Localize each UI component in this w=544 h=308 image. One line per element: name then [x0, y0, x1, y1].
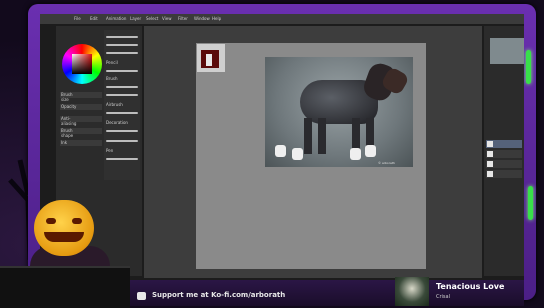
- navigator-preview[interactable]: [490, 38, 524, 64]
- property-label: Anti-aliasing: [61, 116, 77, 126]
- horse-hoof: [365, 145, 376, 157]
- color-picker-square[interactable]: [72, 54, 92, 74]
- brush-stroke-preview[interactable]: [106, 94, 138, 96]
- brush-list: Pencil Brush Airbrush Decoration Pen: [104, 30, 140, 180]
- property-label: Ink: [61, 140, 68, 145]
- menu-select[interactable]: Select: [146, 14, 158, 24]
- layer-thumbnail: [487, 161, 493, 167]
- brush-stroke-preview[interactable]: [106, 36, 138, 38]
- brush-stroke-preview[interactable]: [106, 130, 138, 132]
- now-playing-artist: Crisal: [436, 294, 450, 300]
- support-text: Support me at Ko-fi.com/arborath: [152, 291, 286, 299]
- menu-file[interactable]: File: [74, 14, 81, 24]
- thumbnail-image-icon: [201, 50, 219, 68]
- layer-thumbnail: [487, 141, 493, 147]
- brush-stroke-preview[interactable]: [106, 158, 138, 160]
- horse-hoof: [292, 148, 303, 160]
- menu-window[interactable]: Window: [194, 14, 210, 24]
- layer-row[interactable]: [486, 160, 522, 168]
- pumpkin-avatar: [34, 200, 94, 256]
- brush-label[interactable]: Brush: [106, 76, 118, 81]
- reference-thumbnail[interactable]: [197, 44, 225, 72]
- brush-label[interactable]: Decoration: [106, 120, 128, 125]
- brush-stroke-preview[interactable]: [106, 112, 138, 114]
- brush-label[interactable]: Pencil: [106, 60, 118, 65]
- horse-leg: [318, 118, 326, 154]
- menu-view[interactable]: View: [162, 14, 172, 24]
- pumpkin-mouth: [44, 232, 84, 242]
- menu-edit[interactable]: Edit: [90, 14, 98, 24]
- brush-label[interactable]: Airbrush: [106, 102, 123, 107]
- menu-animation[interactable]: Animation: [106, 14, 126, 24]
- horse-hoof: [275, 145, 286, 157]
- property-label: Brush shape: [61, 128, 74, 138]
- layer-thumbnail: [487, 171, 493, 177]
- horse-hoof: [350, 148, 361, 160]
- menu-filter[interactable]: Filter: [178, 14, 188, 24]
- horse-leg: [304, 118, 312, 154]
- pumpkin-eye: [46, 218, 56, 224]
- slime-drip-right-top: [526, 50, 531, 84]
- layer-thumbnail: [487, 151, 493, 157]
- now-playing-title: Tenacious Love: [436, 282, 505, 291]
- menu-help[interactable]: Help: [212, 14, 221, 24]
- brush-label[interactable]: Pen: [106, 148, 113, 153]
- desk: [0, 266, 130, 308]
- brush-stroke-preview[interactable]: [106, 70, 138, 72]
- brush-stroke-preview[interactable]: [106, 44, 138, 46]
- property-label: Brush size: [61, 92, 73, 102]
- brush-stroke-preview[interactable]: [106, 86, 138, 88]
- layer-row[interactable]: [486, 170, 522, 178]
- layer-row[interactable]: [486, 150, 522, 158]
- menu-bar: File Edit Animation Layer Select View Fi…: [40, 14, 524, 24]
- pumpkin-eye: [72, 218, 82, 224]
- property-label: Opacity: [61, 104, 77, 109]
- album-art: [395, 277, 429, 306]
- menu-layer[interactable]: Layer: [130, 14, 141, 24]
- layer-row[interactable]: [486, 140, 522, 148]
- coffee-cup-icon: [137, 292, 146, 300]
- brush-stroke-preview[interactable]: [106, 140, 138, 142]
- slime-drip-right-bottom: [528, 186, 533, 220]
- photo-caption: © arborath: [378, 161, 395, 165]
- brush-stroke-preview[interactable]: [106, 52, 138, 54]
